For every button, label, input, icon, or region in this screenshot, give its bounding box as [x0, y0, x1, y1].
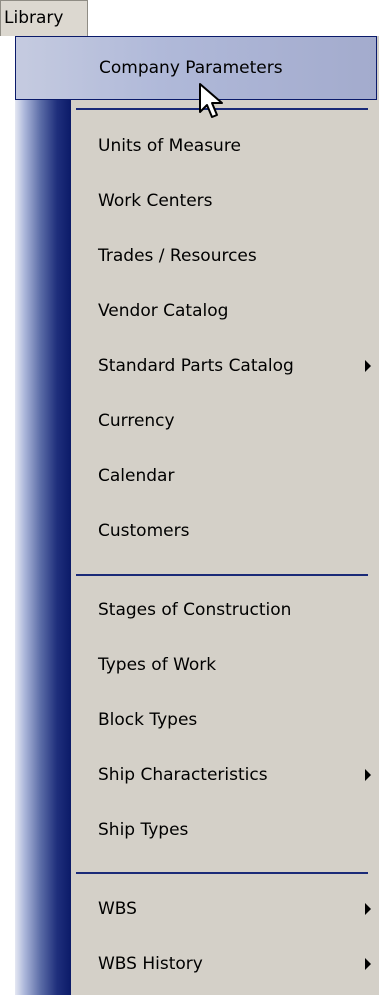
menu-item-label: Customers: [98, 521, 190, 541]
menu-item-label: Currency: [98, 411, 175, 431]
mouse-pointer-icon: [199, 83, 223, 118]
menu-item-label: Ship Characteristics: [98, 765, 268, 785]
library-dropdown-menu: Company Parameters Units of Measure Work…: [15, 36, 379, 995]
menu-item-label: Work Centers: [98, 191, 213, 211]
menu-item-block-types[interactable]: Block Types: [71, 693, 379, 748]
submenu-arrow-icon: [365, 769, 371, 781]
menu-item-label: WBS History: [98, 954, 203, 974]
submenu-arrow-icon: [365, 958, 371, 970]
menu-item-label: Trades / Resources: [98, 246, 257, 266]
menu-item-ship-characteristics[interactable]: Ship Characteristics: [71, 748, 379, 803]
menu-item-label: Standard Parts Catalog: [98, 356, 294, 376]
menu-item-standard-parts-catalog[interactable]: Standard Parts Catalog: [71, 339, 379, 394]
menu-item-label: Vendor Catalog: [98, 301, 229, 321]
menu-item-label: Ship Types: [98, 820, 189, 840]
menu-item-wbs[interactable]: WBS: [71, 882, 379, 937]
submenu-arrow-icon: [365, 903, 371, 915]
menu-item-types-of-work[interactable]: Types of Work: [71, 638, 379, 693]
menu-item-customers[interactable]: Customers: [71, 504, 379, 559]
menu-item-work-centers[interactable]: Work Centers: [71, 174, 379, 229]
menu-item-label: Calendar: [98, 466, 175, 486]
menu-item-ship-types[interactable]: Ship Types: [71, 803, 379, 858]
submenu-arrow-icon: [365, 360, 371, 372]
library-menu-title[interactable]: Library: [0, 0, 88, 36]
menu-icon-gutter: [15, 36, 71, 995]
menu-item-trades-resources[interactable]: Trades / Resources: [71, 229, 379, 284]
menu-item-label: Types of Work: [98, 655, 217, 675]
menu-item-currency[interactable]: Currency: [71, 394, 379, 449]
menu-item-label: Units of Measure: [98, 136, 241, 156]
menu-separator: [76, 574, 368, 576]
menu-item-label: Company Parameters: [99, 58, 283, 78]
menu-item-label: Block Types: [98, 710, 198, 730]
menu-item-calendar[interactable]: Calendar: [71, 449, 379, 504]
menu-item-company-parameters[interactable]: Company Parameters: [15, 36, 377, 100]
menu-item-label: WBS: [98, 899, 137, 919]
menu-item-units-of-measure[interactable]: Units of Measure: [71, 119, 379, 174]
menu-item-label: Stages of Construction: [98, 600, 292, 620]
menu-separator: [76, 872, 368, 874]
menu-item-stages-of-construction[interactable]: Stages of Construction: [71, 583, 379, 638]
menu-item-wbs-history[interactable]: WBS History: [71, 937, 379, 992]
menu-item-vendor-catalog[interactable]: Vendor Catalog: [71, 284, 379, 339]
